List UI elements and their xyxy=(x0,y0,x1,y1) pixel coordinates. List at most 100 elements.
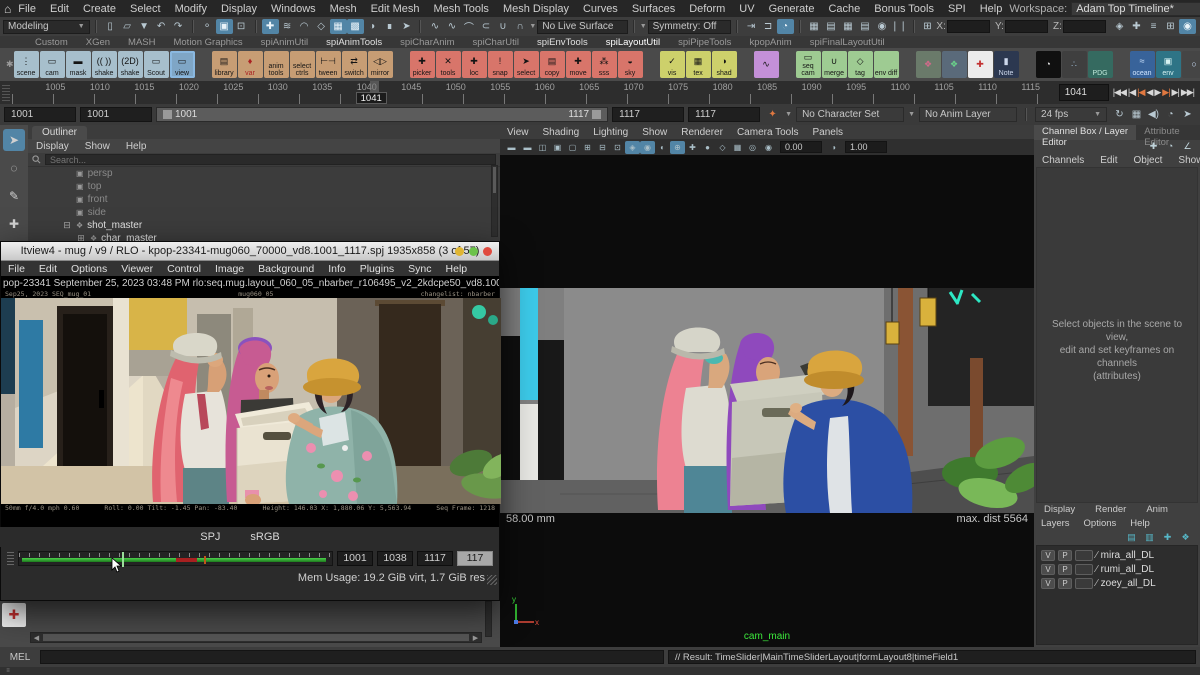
shelf-button[interactable]: (( )) shake xyxy=(92,51,117,78)
shelf-button[interactable]: ◁▷ mirror xyxy=(368,51,393,78)
scrollbar-thumb[interactable] xyxy=(43,634,469,641)
menu-item[interactable]: Deform xyxy=(682,3,732,15)
x-coord-input[interactable] xyxy=(947,20,990,33)
exposure-field[interactable]: 0.00 xyxy=(780,141,822,153)
shelf-tab[interactable]: spiEnvTools xyxy=(528,37,597,48)
layer-editor-menu-item[interactable]: Options xyxy=(1077,518,1124,529)
shelf-button[interactable]: anim tools xyxy=(264,51,289,78)
channel-box-option-icon[interactable]: ✚ xyxy=(1147,140,1160,152)
menu-item[interactable]: Cache xyxy=(821,3,867,15)
playback-button[interactable]: |◀ xyxy=(1128,87,1135,98)
cursor-icon[interactable]: ➤ xyxy=(399,19,415,34)
snap-icon[interactable]: ◇ xyxy=(313,19,330,34)
shelf-button[interactable]: ▭ view xyxy=(170,51,195,78)
create-layer-icon[interactable]: ✚ xyxy=(1161,531,1174,543)
menu-set-selector[interactable]: Modeling ▼ xyxy=(3,20,90,34)
layer-color-swatch[interactable] xyxy=(1075,564,1093,575)
itview-menu-item[interactable]: Plugins xyxy=(353,263,401,275)
outliner-tab[interactable]: Outliner xyxy=(32,126,87,140)
itview-current-frame[interactable]: 1038 xyxy=(377,551,413,566)
create-layer-icon[interactable]: ▥ xyxy=(1143,531,1156,543)
srgb-button[interactable]: sRGB xyxy=(250,531,279,543)
shelf-button[interactable]: ⋮ scene xyxy=(14,51,39,78)
spj-button[interactable]: SPJ xyxy=(200,531,220,543)
current-frame-field[interactable]: 1041 xyxy=(1059,84,1109,101)
playback-end-field[interactable]: 1117 xyxy=(612,107,684,122)
resize-grip[interactable] xyxy=(487,575,497,585)
shelf-button[interactable]: ∿ xyxy=(754,51,779,78)
shelf-tab[interactable]: spiLayoutUtil xyxy=(597,37,669,48)
shelf-button[interactable]: select ctrls xyxy=(290,51,315,78)
vertical-scrollbar[interactable] xyxy=(485,601,492,637)
outliner-tree-item[interactable]: ▣ top xyxy=(28,180,500,193)
exposure-icon[interactable]: ◉ xyxy=(761,141,776,154)
shelf-tab[interactable]: spiFinalLayoutUtil xyxy=(801,37,894,48)
itview-menu-item[interactable]: Image xyxy=(208,263,251,275)
viewport-menu-item[interactable]: Show xyxy=(635,127,674,138)
viewport-menu-item[interactable]: View xyxy=(500,127,536,138)
file-toolbar-icon[interactable]: ▯ xyxy=(102,19,119,34)
viewport-toolbar-icon[interactable]: ⊞ xyxy=(580,141,595,154)
layer-visibility-toggle[interactable]: V xyxy=(1041,578,1055,589)
time-slider-grip[interactable] xyxy=(2,84,10,101)
outliner-menu-item[interactable]: Display xyxy=(28,141,77,152)
tool-icon[interactable]: ✚ xyxy=(3,213,25,235)
display-layer-row[interactable]: V P ∕ mira_all_DL xyxy=(1037,548,1197,562)
shelf-button[interactable]: ▣ env xyxy=(1156,51,1181,78)
playback-option-icon[interactable]: ➤ xyxy=(1179,107,1196,122)
minimize-button[interactable] xyxy=(455,247,464,256)
shelf-button[interactable]: ✚ picker xyxy=(410,51,435,78)
viewport-toolbar-icon[interactable]: ◉ xyxy=(640,141,655,154)
shelf-button[interactable]: ✓ vis xyxy=(660,51,685,78)
mel-label[interactable]: MEL xyxy=(4,652,36,663)
selection-mode-icon[interactable]: ⚬ xyxy=(199,19,216,34)
tab-channel-box[interactable]: Channel Box / Layer Editor xyxy=(1034,125,1136,140)
layer-color-swatch[interactable] xyxy=(1075,550,1093,561)
chevron-down-icon[interactable]: ▼ xyxy=(640,23,647,30)
itview-frame-counter[interactable]: 117 xyxy=(457,551,493,566)
shelf-tab[interactable]: XGen xyxy=(77,37,119,48)
itview-menu-item[interactable]: Sync xyxy=(401,263,438,275)
channel-box-menu-item[interactable]: Edit xyxy=(1092,155,1125,166)
menu-item[interactable]: Bonus Tools xyxy=(867,3,941,15)
menu-item[interactable]: Windows xyxy=(264,3,323,15)
sidebar-toggle-icon[interactable]: ✚ xyxy=(1128,19,1145,34)
channel-box-menu-item[interactable]: Channels xyxy=(1034,155,1092,166)
transfer-icon[interactable]: ⇥ xyxy=(743,19,760,34)
snap-icon[interactable]: ◑ xyxy=(364,19,381,34)
time-slider-track[interactable]: 1005101010151020102510301035104010451050… xyxy=(12,81,1055,104)
sidebar-toggle-icon[interactable]: ◉ xyxy=(1179,19,1196,34)
shelf-button[interactable]: ⇄ switch xyxy=(342,51,367,78)
range-handle-right[interactable] xyxy=(592,110,601,119)
viewport-toolbar-icon[interactable]: ● xyxy=(700,141,715,154)
shelf-button[interactable]: ▮ Note xyxy=(994,51,1019,78)
viewport-toolbar-icon[interactable]: ▬ xyxy=(520,141,535,154)
shelf-button[interactable]: ○ xyxy=(1182,51,1200,78)
layer-editor-tab[interactable]: Display xyxy=(1034,503,1085,517)
viewport-toolbar-icon[interactable]: ▢ xyxy=(565,141,580,154)
shelf-button[interactable]: ! snap xyxy=(488,51,513,78)
shelf-button[interactable]: ◇ tag xyxy=(848,51,873,78)
itview-menu-item[interactable]: Info xyxy=(321,263,353,275)
shelf-button[interactable]: ≈ ocean xyxy=(1130,51,1155,78)
menu-item[interactable]: File xyxy=(11,3,43,15)
viewport-menu-item[interactable]: Renderer xyxy=(674,127,730,138)
anim-layer-selector[interactable]: No Anim Layer xyxy=(919,107,1017,122)
shelf-button[interactable]: ✕ tools xyxy=(436,51,461,78)
snap-icon[interactable]: ≋ xyxy=(279,19,296,34)
itview-start-frame[interactable]: 1001 xyxy=(337,551,373,566)
playback-button[interactable]: ▶| xyxy=(1172,87,1179,98)
menu-item[interactable]: Help xyxy=(973,3,1010,15)
workspace-selector[interactable]: Adam Top Timeline* ▼ xyxy=(1071,2,1200,16)
file-toolbar-icon[interactable]: ↷ xyxy=(170,19,187,34)
shelf-button[interactable]: ▤ copy xyxy=(540,51,565,78)
snap-icon[interactable]: ◠ xyxy=(296,19,313,34)
home-icon[interactable]: ⌂ xyxy=(4,2,11,16)
construction-icon[interactable]: ⊂ xyxy=(477,19,494,34)
shelf-tab[interactable]: Custom xyxy=(26,37,77,48)
shelf-button[interactable]: ▬ mask xyxy=(66,51,91,78)
menu-item[interactable]: Mesh Display xyxy=(496,3,576,15)
range-handle-left[interactable] xyxy=(163,110,172,119)
file-toolbar-icon[interactable]: ↶ xyxy=(153,19,170,34)
playblast-icon[interactable]: ◉ xyxy=(874,19,891,34)
